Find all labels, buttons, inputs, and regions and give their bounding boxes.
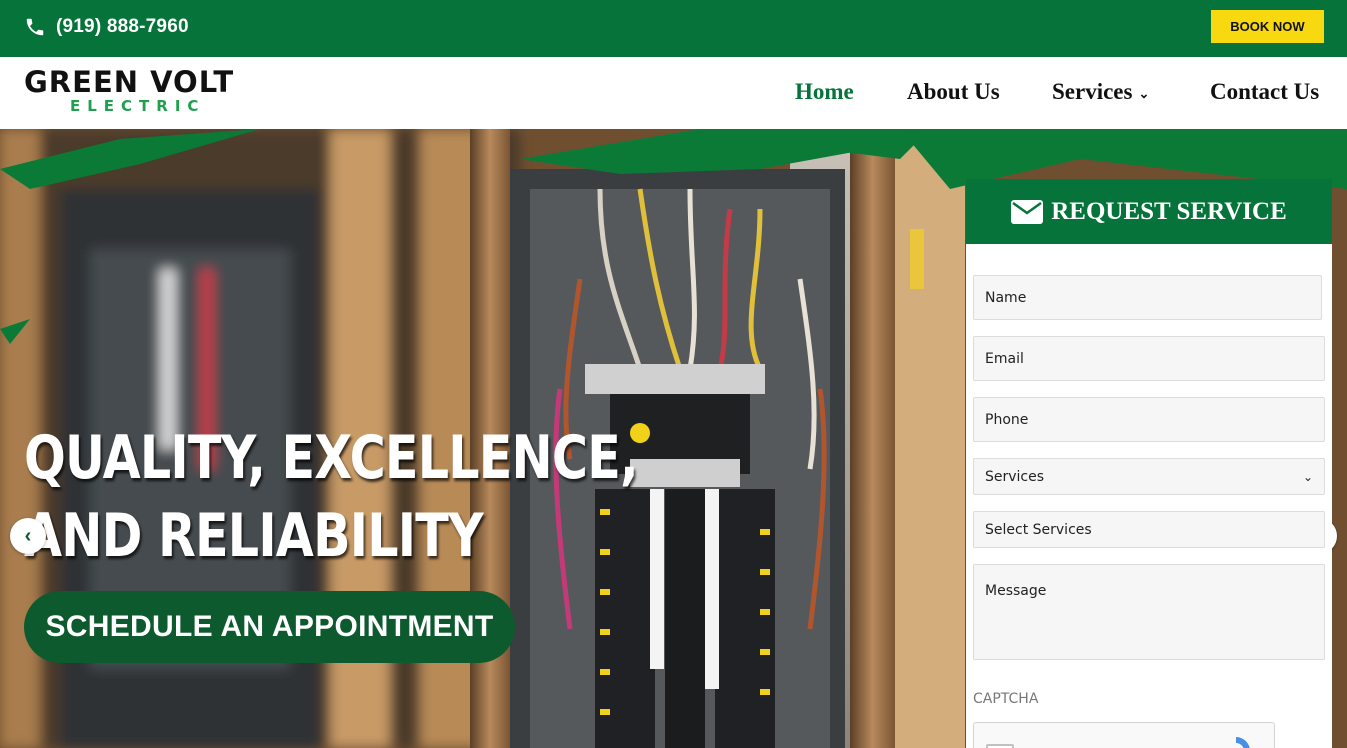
message-placeholder: Message [985,583,1047,599]
phone-icon [26,18,44,36]
recaptcha-logo-icon [1236,737,1250,748]
hero-slider: QUALITY, EXCELLENCE, AND RELIABILITY SCH… [0,129,1347,748]
nav-services[interactable]: Services ⌄ [1052,79,1149,105]
chevron-left-icon: ‹ [24,524,32,547]
nav-contact-us[interactable]: Contact Us [1210,79,1319,105]
captcha-label: CAPTCHA [973,691,1039,707]
select-services-value: Select Services [985,521,1092,538]
nav-home-label: Home [795,79,854,104]
book-now-button[interactable]: BOOK NOW [1211,10,1324,43]
request-service-form: REQUEST SERVICE Name Email Phone Service… [966,179,1332,748]
chevron-down-icon: ⌄ [1138,85,1150,101]
nav-contact-label: Contact Us [1210,79,1320,104]
hero-headline-line1: QUALITY, EXCELLENCE, [24,423,639,493]
site-header: GREEN VOLT ELECTRIC Home About Us Servic… [0,57,1347,129]
phone-number: (919) 888-7960 [56,16,189,37]
phone-placeholder: Phone [985,411,1029,428]
name-input[interactable]: Name [973,275,1322,320]
message-textarea[interactable]: Message [973,564,1325,660]
schedule-appointment-button[interactable]: SCHEDULE AN APPOINTMENT [24,591,515,663]
services-select-value: Services [985,468,1045,485]
email-placeholder: Email [985,350,1024,367]
phone-link[interactable]: (919) 888-7960 [24,16,189,38]
logo[interactable]: GREEN VOLT ELECTRIC [24,67,269,119]
recaptcha-widget [973,722,1275,748]
phone-input[interactable]: Phone [973,397,1325,442]
hero-headline-line2: AND RELIABILITY [24,501,484,571]
nav-home[interactable]: Home [795,79,854,105]
nav-about-label: About Us [907,79,1000,104]
top-bar: (919) 888-7960 BOOK NOW [0,0,1347,57]
select-services-input[interactable]: Select Services [973,511,1325,548]
email-input[interactable]: Email [973,336,1325,381]
form-header: REQUEST SERVICE [966,179,1332,244]
logo-name: GREEN VOLT [24,65,235,99]
envelope-icon [1011,199,1044,224]
chevron-down-icon: ⌄ [1302,469,1313,484]
recaptcha-checkbox[interactable] [986,744,1014,748]
name-placeholder: Name [985,289,1027,306]
slider-prev-button[interactable]: ‹ [10,518,46,554]
form-title: REQUEST SERVICE [1051,197,1287,225]
nav-services-label: Services [1052,79,1133,104]
nav-about-us[interactable]: About Us [907,79,1000,105]
logo-subtitle: ELECTRIC [70,97,206,115]
services-select[interactable]: Services ⌄ [973,458,1325,495]
